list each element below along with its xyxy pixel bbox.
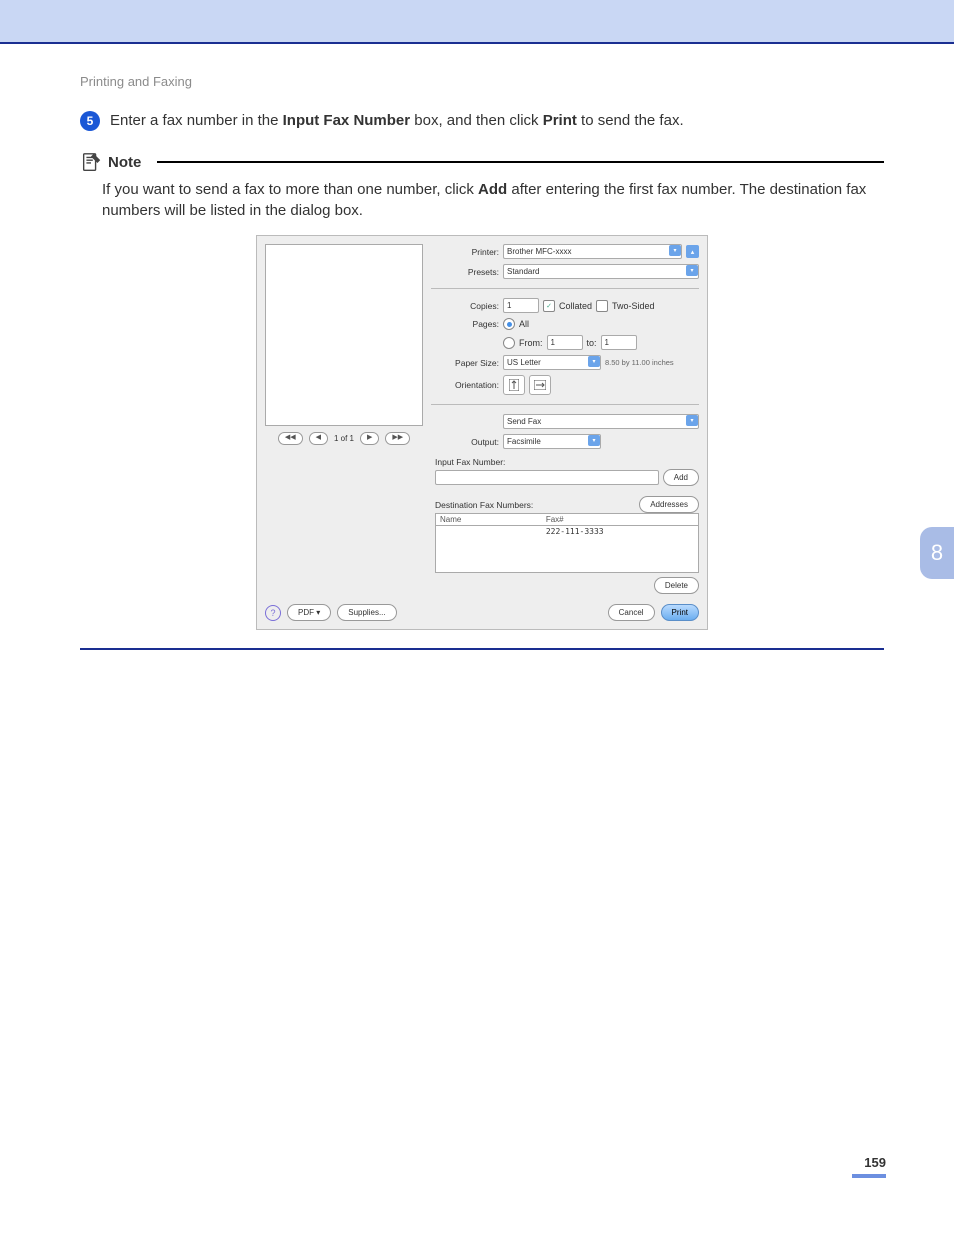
- step-number-badge: 5: [80, 111, 100, 131]
- page-number: 159: [852, 1155, 886, 1170]
- nav-prev-button[interactable]: ◀: [309, 432, 328, 445]
- table-row: 222-111-3333: [436, 526, 698, 537]
- printer-info-button[interactable]: ▴: [686, 245, 699, 258]
- add-button[interactable]: Add: [663, 469, 699, 486]
- print-button[interactable]: Print: [661, 604, 699, 621]
- copies-input[interactable]: 1: [503, 298, 539, 313]
- collated-label: Collated: [559, 301, 592, 311]
- papersize-select[interactable]: US Letter▾: [503, 355, 601, 370]
- note-block: Note If you want to send a fax to more t…: [80, 151, 884, 221]
- cancel-button[interactable]: Cancel: [608, 604, 655, 621]
- printer-label: Printer:: [431, 247, 499, 257]
- help-icon[interactable]: ?: [265, 605, 281, 621]
- section-select[interactable]: Send Fax▾: [503, 414, 699, 429]
- input-fax-input[interactable]: [435, 470, 659, 485]
- supplies-button[interactable]: Supplies...: [337, 604, 396, 621]
- print-dialog: ◀◀ ◀ 1 of 1 ▶ ▶▶ Printer: Brother MFC-xx…: [256, 235, 708, 630]
- top-accent-bar: [0, 0, 954, 44]
- output-select[interactable]: Facsimile▾: [503, 434, 601, 449]
- sample-fax: 222-111-3333: [546, 527, 694, 536]
- delete-button[interactable]: Delete: [654, 577, 699, 594]
- output-label: Output:: [431, 437, 499, 447]
- input-fax-label: Input Fax Number:: [435, 457, 699, 467]
- note-icon: [80, 151, 102, 173]
- col-name: Name: [440, 515, 546, 524]
- pages-all-label: All: [519, 319, 529, 329]
- dest-fax-label: Destination Fax Numbers:: [435, 500, 533, 510]
- two-sided-checkbox[interactable]: [596, 300, 608, 312]
- papersize-label: Paper Size:: [431, 358, 499, 368]
- preview-pane: [265, 244, 423, 426]
- dest-fax-table[interactable]: Name Fax# 222-111-3333: [435, 513, 699, 573]
- orientation-landscape-button[interactable]: [529, 375, 551, 395]
- collated-checkbox[interactable]: ✓: [543, 300, 555, 312]
- chapter-tab: 8: [920, 527, 954, 579]
- note-label: Note: [108, 154, 141, 171]
- orientation-label: Orientation:: [431, 380, 499, 390]
- chapter-number: 8: [931, 540, 943, 566]
- page-footer: 159: [852, 1155, 886, 1178]
- to-label: to:: [587, 338, 597, 348]
- printer-select[interactable]: Brother MFC-xxxx▾: [503, 244, 682, 259]
- step-text: Enter a fax number in the Input Fax Numb…: [110, 111, 684, 129]
- nav-first-button[interactable]: ◀◀: [278, 432, 303, 445]
- orientation-portrait-button[interactable]: [503, 375, 525, 395]
- nav-page-indicator: 1 of 1: [334, 434, 354, 443]
- note-rule: [157, 161, 884, 163]
- step-row: 5 Enter a fax number in the Input Fax Nu…: [80, 111, 884, 131]
- section-title: Printing and Faxing: [80, 74, 884, 89]
- pages-all-radio[interactable]: [503, 318, 515, 330]
- note-body: If you want to send a fax to more than o…: [102, 179, 884, 221]
- col-fax: Fax#: [546, 515, 694, 524]
- papersize-dim: 8.50 by 11.00 inches: [605, 358, 674, 367]
- bottom-blue-line: [80, 648, 884, 650]
- nav-last-button[interactable]: ▶▶: [385, 432, 410, 445]
- presets-label: Presets:: [431, 267, 499, 277]
- addresses-button[interactable]: Addresses: [639, 496, 699, 513]
- pdf-button[interactable]: PDF ▾: [287, 604, 331, 621]
- nav-next-button[interactable]: ▶: [360, 432, 379, 445]
- pages-from-label: From:: [519, 338, 543, 348]
- pages-label: Pages:: [431, 319, 499, 329]
- to-input[interactable]: 1: [601, 335, 637, 350]
- two-sided-label: Two-Sided: [612, 301, 655, 311]
- pages-from-radio[interactable]: [503, 337, 515, 349]
- from-input[interactable]: 1: [547, 335, 583, 350]
- presets-select[interactable]: Standard▾: [503, 264, 699, 279]
- copies-label: Copies:: [431, 301, 499, 311]
- preview-nav: ◀◀ ◀ 1 of 1 ▶ ▶▶: [265, 432, 423, 445]
